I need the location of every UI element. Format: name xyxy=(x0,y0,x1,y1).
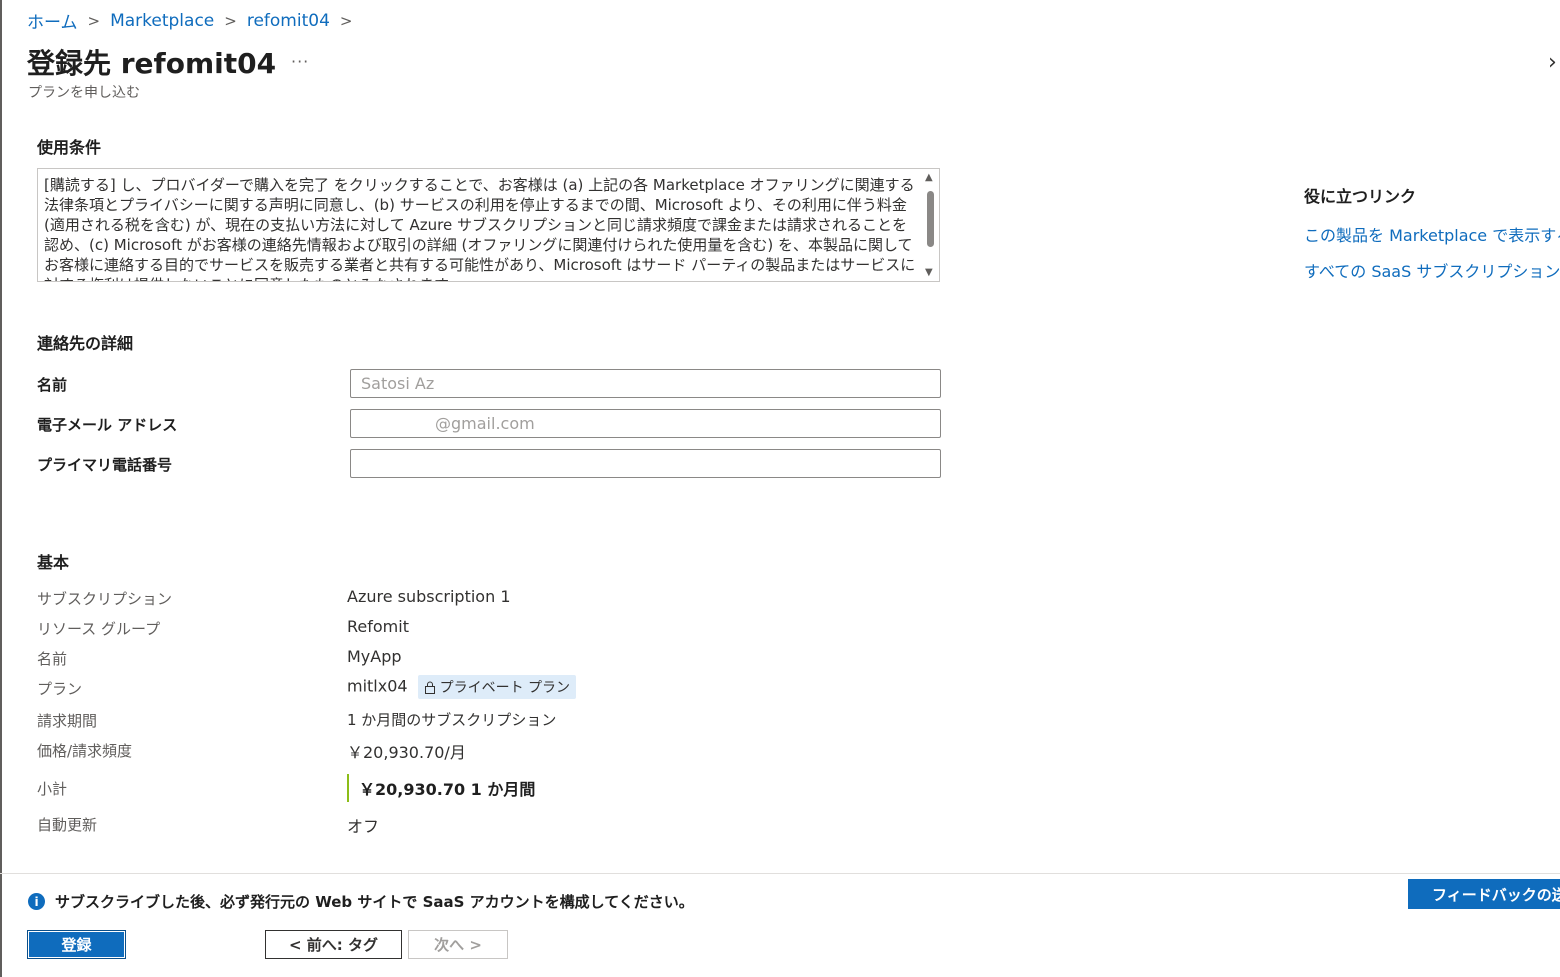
phone-label: プライマリ電話番号 xyxy=(37,456,173,474)
page-subtitle: プランを申し込む xyxy=(28,85,140,101)
auto-renew-value: オフ xyxy=(347,817,380,836)
next-button[interactable]: 次へ > xyxy=(408,930,508,959)
plan-value-row: mitlx04 プライベート プラン xyxy=(347,675,577,699)
name-label: 名前 xyxy=(37,376,68,394)
view-in-marketplace-link[interactable]: この製品を Marketplace で表示する xyxy=(1304,222,1560,246)
name-field[interactable] xyxy=(350,369,941,398)
price-value: ￥20,930.70/月 xyxy=(347,743,466,762)
window-edge xyxy=(0,0,2,977)
phone-field[interactable] xyxy=(350,449,941,478)
subtotal-label: 小計 xyxy=(37,780,68,798)
breadcrumb-home[interactable]: ホーム xyxy=(27,8,78,33)
all-saas-subscriptions-link[interactable]: すべての SaaS サブスクリプションを表示 xyxy=(1304,258,1560,282)
terms-scrollbar[interactable]: ▲ ▼ xyxy=(921,169,939,281)
info-icon: i xyxy=(28,893,45,910)
subscription-value: Azure subscription 1 xyxy=(347,587,511,606)
terms-heading: 使用条件 xyxy=(37,138,102,157)
email-field[interactable] xyxy=(350,409,941,438)
terms-text: [購読する] し、プロバイダーで購入を完了 をクリックすることで、お客様は (a… xyxy=(44,176,916,281)
breadcrumb-marketplace[interactable]: Marketplace xyxy=(110,11,214,31)
page-title: 登録先 refomit04 xyxy=(27,47,277,80)
basics-heading: 基本 xyxy=(37,553,70,572)
footer-divider xyxy=(0,873,1560,874)
scroll-up-icon[interactable]: ▲ xyxy=(925,172,933,183)
feedback-button[interactable]: フィードバックの送信 xyxy=(1408,879,1560,909)
chevron-right-icon: > xyxy=(339,11,353,30)
lock-icon xyxy=(424,681,435,694)
app-name-label: 名前 xyxy=(37,650,68,668)
helpful-links-heading: 役に立つリンク xyxy=(1304,187,1417,206)
scroll-down-icon[interactable]: ▼ xyxy=(925,267,933,278)
app-name-value: MyApp xyxy=(347,647,402,666)
expand-panel-icon[interactable]: › xyxy=(1548,50,1557,75)
breadcrumb: ホーム > Marketplace > refomit04 > xyxy=(27,8,362,34)
plan-label: プラン xyxy=(37,680,83,698)
chevron-right-icon: > xyxy=(87,11,101,30)
billing-term-value: 1 か月間のサブスクリプション xyxy=(347,711,557,729)
register-button[interactable]: 登録 xyxy=(27,930,126,959)
email-label: 電子メール アドレス xyxy=(37,416,178,434)
previous-button[interactable]: < 前へ: タグ xyxy=(265,930,402,959)
more-options-icon[interactable]: ··· xyxy=(291,52,309,71)
info-message-text: サブスクライブした後、必ず発行元の Web サイトで SaaS アカウントを構成… xyxy=(55,893,694,911)
private-plan-text: プライベート プラン xyxy=(439,680,571,696)
info-message: i サブスクライブした後、必ず発行元の Web サイトで SaaS アカウントを… xyxy=(28,891,694,912)
scroll-thumb[interactable] xyxy=(927,191,934,247)
private-plan-badge: プライベート プラン xyxy=(417,675,577,699)
billing-term-label: 請求期間 xyxy=(37,712,98,730)
auto-renew-label: 自動更新 xyxy=(37,816,98,834)
breadcrumb-current[interactable]: refomit04 xyxy=(247,11,330,31)
chevron-right-icon: > xyxy=(224,11,237,30)
subtotal-value: ￥20,930.70 1 か月間 xyxy=(347,774,535,802)
price-label: 価格/請求頻度 xyxy=(37,742,133,760)
terms-textbox[interactable]: [購読する] し、プロバイダーで購入を完了 をクリックすることで、お客様は (a… xyxy=(37,168,940,282)
plan-value: mitlx04 xyxy=(347,676,408,696)
resource-group-label: リソース グループ xyxy=(37,620,161,638)
resource-group-value: Refomit xyxy=(347,617,409,636)
contact-heading: 連絡先の詳細 xyxy=(37,334,134,353)
subscription-label: サブスクリプション xyxy=(37,590,173,608)
